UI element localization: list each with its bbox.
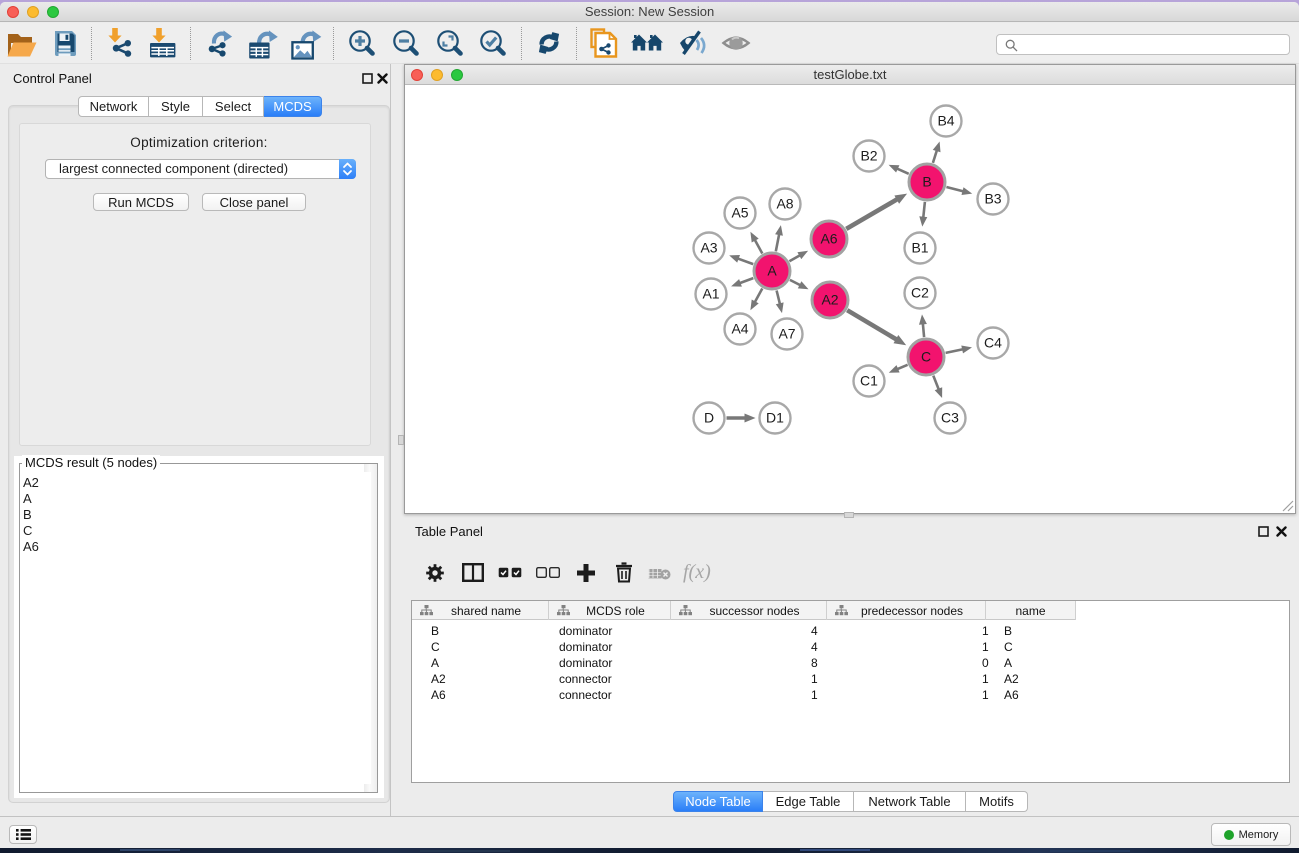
svg-text:B4: B4 [937,113,954,129]
svg-text:D: D [704,410,714,426]
svg-text:A: A [767,263,777,279]
svg-text:B2: B2 [860,148,877,164]
svg-text:A4: A4 [731,321,748,337]
svg-text:A2: A2 [821,292,838,308]
svg-text:A1: A1 [702,286,719,302]
svg-text:A7: A7 [778,326,795,342]
svg-text:B1: B1 [911,240,928,256]
svg-text:A8: A8 [776,196,793,212]
svg-text:C: C [921,349,931,365]
svg-text:D1: D1 [766,410,784,426]
svg-text:B: B [922,174,931,190]
svg-text:A5: A5 [731,205,748,221]
svg-text:C1: C1 [860,373,878,389]
svg-text:C2: C2 [911,285,929,301]
svg-text:B3: B3 [984,191,1001,207]
svg-text:A6: A6 [820,231,837,247]
svg-text:C3: C3 [941,410,959,426]
svg-text:A3: A3 [700,240,717,256]
svg-text:C4: C4 [984,335,1002,351]
